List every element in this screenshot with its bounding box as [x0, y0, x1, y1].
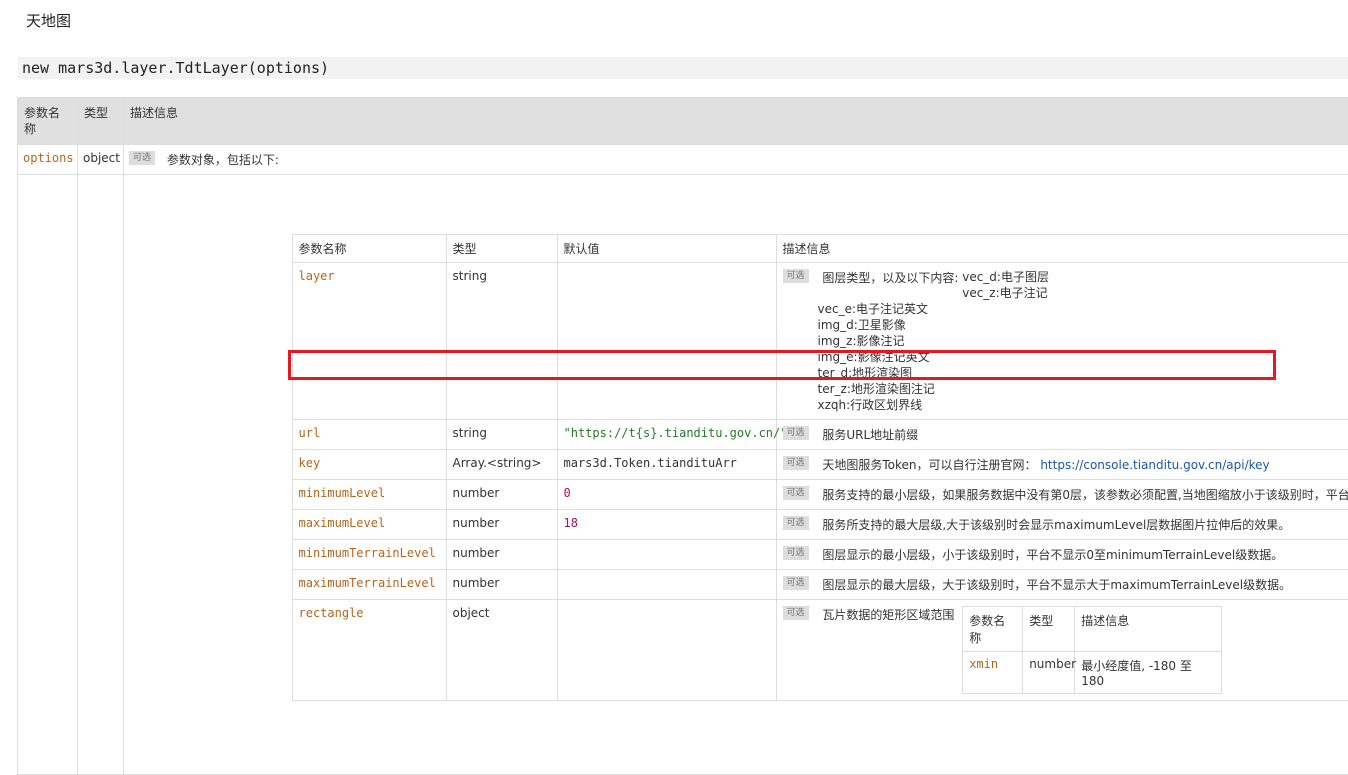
layer-option: img_e:影像注记英文 [818, 349, 1348, 365]
optional-badge: 可选 [783, 546, 809, 560]
param-default: mars3d.Token.tiandituArr [557, 449, 776, 479]
table-row: minimumLevel number 0 可选 服务支持的最小层级，如果服务数… [292, 479, 1348, 509]
param-name: maximumLevel [292, 509, 446, 539]
params-table: 参数名称 类型 描述信息 options object 可选 参数对象，包括以下… [17, 97, 1348, 775]
param-desc-text: 天地图服务Token，可以自行注册官网： [822, 458, 1036, 472]
layer-option: ter_z:地形渲染图注记 [818, 381, 1348, 397]
param-name: minimumTerrainLevel [292, 539, 446, 569]
param-type: number [446, 569, 557, 599]
param-name: rectangle [292, 599, 446, 700]
page-title: 天地图 [26, 10, 71, 31]
param-default [557, 599, 776, 700]
optional-badge: 可选 [783, 606, 809, 620]
sub-header-param-name: 参数名称 [292, 234, 446, 262]
param-desc-text: 瓦片数据的矩形区域范围 [822, 608, 954, 622]
param-description: 可选 服务URL地址前缀 [776, 419, 1348, 449]
param-desc-text: 参数对象，包括以下: [167, 151, 287, 168]
param-type: string [446, 262, 557, 419]
layer-option: xzqh:行政区划界线 [818, 397, 1348, 413]
header-param-name: 参数名称 [18, 98, 78, 145]
table-row: url string "https://t{s}.tianditu.gov.cn… [292, 419, 1348, 449]
layer-option: vec_d:电子图层 [962, 269, 1049, 285]
param-type: string [446, 419, 557, 449]
optional-badge: 可选 [783, 516, 809, 530]
table-row: xmin number 最小经度值, -180 至 180 [963, 651, 1222, 693]
param-description: 可选 图层类型，以及以下内容: vec_d:电子图层 vec_z:电子注记 ve… [776, 262, 1348, 419]
param-desc-text: 服务URL地址前缀 [822, 428, 918, 442]
param-type: Array.<string> [446, 449, 557, 479]
param-name: maximumTerrainLevel [292, 569, 446, 599]
optional-badge: 可选 [783, 456, 809, 470]
param-name: minimumLevel [292, 479, 446, 509]
param-description: 可选 瓦片数据的矩形区域范围 参数名称 类型 描述信息 [776, 599, 1348, 700]
param-type: number [1023, 651, 1075, 693]
param-description: 可选 参数对象，包括以下: 参数名称 类型 默认值 描述信息 [124, 145, 1348, 175]
param-type: object [446, 599, 557, 700]
param-type: number [446, 509, 557, 539]
optional-badge: 可选 [783, 576, 809, 590]
optional-badge: 可选 [783, 486, 809, 500]
table-row: options object 可选 参数对象，包括以下: 参数名称 类型 默认值… [18, 145, 1348, 175]
param-description: 最小经度值, -180 至 180 [1075, 651, 1222, 693]
tianditu-key-link[interactable]: https://console.tianditu.gov.cn/api/key [1040, 458, 1269, 472]
param-description: 可选 天地图服务Token，可以自行注册官网： https://console.… [776, 449, 1348, 479]
rect-header-type: 类型 [1023, 606, 1075, 651]
sub-header-type: 类型 [446, 234, 557, 262]
table-row: minimumTerrainLevel number 可选 图层显示的最小层级，… [292, 539, 1348, 569]
sub-header-default: 默认值 [557, 234, 776, 262]
param-name: url [292, 419, 446, 449]
optional-badge: 可选 [783, 426, 809, 440]
rect-header-description: 描述信息 [1075, 606, 1222, 651]
param-default: 0 [557, 479, 776, 509]
rectangle-subtable: 参数名称 类型 描述信息 xmin number 最小经度值, -180 至 1… [962, 606, 1222, 694]
header-description: 描述信息 [124, 98, 1348, 145]
param-desc-text: 服务支持的最小层级，如果服务数据中没有第0层，该参数必须配置,当地图缩放小于该级… [822, 488, 1348, 502]
header-type: 类型 [78, 98, 124, 145]
param-name: options [18, 145, 78, 175]
layer-option: vec_e:电子注记英文 [818, 301, 1348, 317]
param-default: 18 [557, 509, 776, 539]
options-subtable: 参数名称 类型 默认值 描述信息 layer string 可选 [292, 234, 1348, 701]
param-type: number [446, 539, 557, 569]
param-default [557, 569, 776, 599]
layer-option: img_d:卫星影像 [818, 317, 1348, 333]
layer-option: vec_z:电子注记 [962, 285, 1049, 301]
table-row: rectangle object 可选 瓦片数据的矩形区域范围 参数名称 [292, 599, 1348, 700]
table-row: maximumLevel number 18 可选 服务所支持的最大层级,大于该… [292, 509, 1348, 539]
param-description: 可选 服务所支持的最大层级,大于该级别时会显示maximumLevel层数据图片… [776, 509, 1348, 539]
table-row: layer string 可选 图层类型，以及以下内容: vec_d:电子图层 … [292, 262, 1348, 419]
param-name: layer [292, 262, 446, 419]
param-description: 可选 图层显示的最小层级，小于该级别时，平台不显示0至minimumTerrai… [776, 539, 1348, 569]
param-type: number [446, 479, 557, 509]
constructor-signature: new mars3d.layer.TdtLayer(options) [18, 57, 1348, 79]
optional-badge: 可选 [129, 151, 155, 165]
param-desc-text: 图层类型，以及以下内容: [822, 271, 958, 285]
param-description: 可选 图层显示的最大层级，大于该级别时，平台不显示大于maximumTerrai… [776, 569, 1348, 599]
layer-option: ter_d:地形渲染图 [818, 365, 1348, 381]
param-default [557, 262, 776, 419]
param-type: object [78, 145, 124, 175]
param-default [557, 539, 776, 569]
table-row: maximumTerrainLevel number 可选 图层显示的最大层级，… [292, 569, 1348, 599]
param-desc-text: 图层显示的最小层级，小于该级别时，平台不显示0至minimumTerrainLe… [822, 548, 1283, 562]
table-row: key Array.<string> mars3d.Token.tianditu… [292, 449, 1348, 479]
sub-header-description: 描述信息 [776, 234, 1348, 262]
optional-badge: 可选 [783, 269, 809, 283]
param-name: key [292, 449, 446, 479]
param-name: xmin [963, 651, 1023, 693]
layer-option: img_z:影像注记 [818, 333, 1348, 349]
param-desc-text: 图层显示的最大层级，大于该级别时，平台不显示大于maximumTerrainLe… [822, 578, 1291, 592]
param-description: 可选 服务支持的最小层级，如果服务数据中没有第0层，该参数必须配置,当地图缩放小… [776, 479, 1348, 509]
param-default: "https://t{s}.tianditu.gov.cn/" [557, 419, 776, 449]
param-desc-text: 服务所支持的最大层级,大于该级别时会显示maximumLevel层数据图片拉伸后… [822, 518, 1290, 532]
rect-header-param-name: 参数名称 [963, 606, 1023, 651]
